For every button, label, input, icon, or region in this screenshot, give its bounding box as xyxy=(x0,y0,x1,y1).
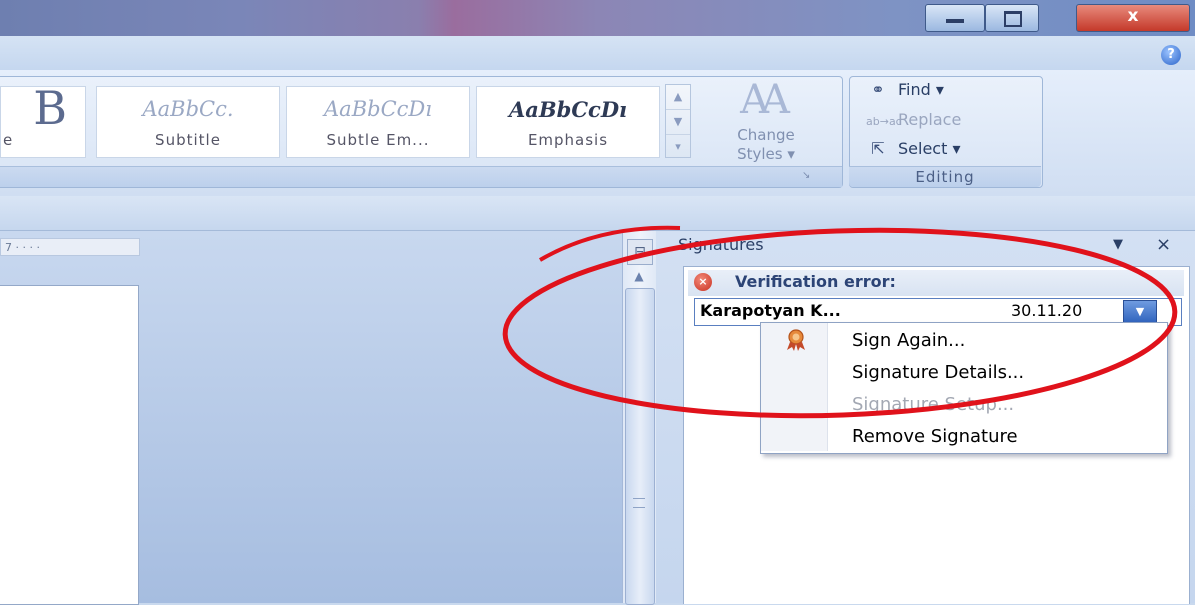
change-styles-label-line2: Styles ▾ xyxy=(737,145,795,163)
chevron-up-icon[interactable]: ▲ xyxy=(666,85,690,110)
change-styles-icon: AA xyxy=(740,77,790,123)
styles-group-footer xyxy=(0,166,842,187)
change-styles-button[interactable]: AA Change Styles ▾ xyxy=(706,80,826,164)
window-title-bar: x xyxy=(0,0,1195,36)
styles-gallery-scroll[interactable]: ▲ ▼ ▾ xyxy=(665,84,691,158)
menu-item-signature-details[interactable]: Signature Details... xyxy=(852,362,1024,383)
signature-date: 30.11.20 xyxy=(1011,301,1083,320)
style-tile-emphasis[interactable]: AaBbCcDı Emphasis xyxy=(476,86,660,158)
help-icon[interactable]: ? xyxy=(1161,45,1181,65)
style-sample: AaBbCcDı xyxy=(324,97,432,121)
find-button[interactable]: ⚭ Find ▾ xyxy=(866,80,944,104)
replace-button[interactable]: ab→acReplace xyxy=(866,110,961,134)
cursor-arrow-icon: ⇱ xyxy=(871,139,885,158)
scrollbar-thumb[interactable] xyxy=(625,288,655,605)
style-tile-title[interactable]: B e xyxy=(0,81,86,158)
close-pane-icon[interactable]: × xyxy=(1156,234,1171,255)
binoculars-icon: ⚭ xyxy=(871,80,885,99)
pane-options-icon[interactable]: ▼ xyxy=(1113,237,1123,252)
change-styles-label-line1: Change xyxy=(737,126,795,144)
ribbon-bottom-bar xyxy=(0,196,1195,231)
style-name: Subtitle xyxy=(155,131,221,149)
style-sample: B xyxy=(33,81,67,135)
ruler-toggle-icon[interactable]: ⊟ xyxy=(627,239,653,265)
replace-icon: ab→ac xyxy=(866,115,902,128)
style-name: Subtle Em... xyxy=(326,131,430,149)
verification-error-label: Verification error: xyxy=(735,272,896,291)
find-label: Find ▾ xyxy=(898,80,944,99)
styles-dialog-launcher-icon[interactable]: ↘ xyxy=(802,170,814,182)
horizontal-ruler[interactable]: 7 · · · · xyxy=(0,238,140,256)
chevron-down-icon[interactable]: ▼ xyxy=(666,110,690,135)
minimize-button[interactable] xyxy=(925,4,985,32)
style-name: Emphasis xyxy=(527,131,609,149)
signatures-pane-title: Signatures xyxy=(678,235,764,254)
minimize-icon xyxy=(946,19,964,23)
select-button[interactable]: ⇱ Select ▾ xyxy=(866,139,960,163)
menu-item-remove-signature[interactable]: Remove Signature xyxy=(852,426,1018,447)
ribbon-tab-strip xyxy=(0,36,1195,71)
change-styles-label: Change Styles ▾ xyxy=(706,126,826,164)
ribbon-award-icon xyxy=(787,329,805,351)
scroll-up-icon[interactable]: ▲ xyxy=(627,266,651,286)
close-window-button[interactable]: x xyxy=(1076,4,1190,32)
replace-label: Replace xyxy=(898,110,962,129)
document-page[interactable] xyxy=(0,285,139,605)
style-sample: AaBbCcDı xyxy=(508,97,628,122)
menu-item-sign-again[interactable]: Sign Again... xyxy=(852,330,965,351)
maximize-button[interactable] xyxy=(985,4,1039,32)
signer-name: Karapotyan K... xyxy=(700,301,841,320)
menu-item-signature-setup: Signature Setup... xyxy=(852,394,1015,415)
editing-group-label: Editing xyxy=(915,168,975,186)
maximize-icon xyxy=(1004,11,1022,27)
style-name: e xyxy=(3,131,14,149)
gallery-more-icon[interactable]: ▾ xyxy=(666,135,690,159)
error-icon: × xyxy=(694,273,712,291)
signature-menu-dropdown-button[interactable]: ▼ xyxy=(1123,300,1157,324)
style-sample: AaBbCc. xyxy=(142,97,234,121)
scrollbar-grip xyxy=(633,498,645,508)
close-icon: x xyxy=(1127,6,1139,26)
style-tile-subtitle[interactable]: AaBbCc. Subtitle xyxy=(96,86,280,158)
select-label: Select ▾ xyxy=(898,139,961,158)
style-tile-subtle-emphasis[interactable]: AaBbCcDı Subtle Em... xyxy=(286,86,470,158)
